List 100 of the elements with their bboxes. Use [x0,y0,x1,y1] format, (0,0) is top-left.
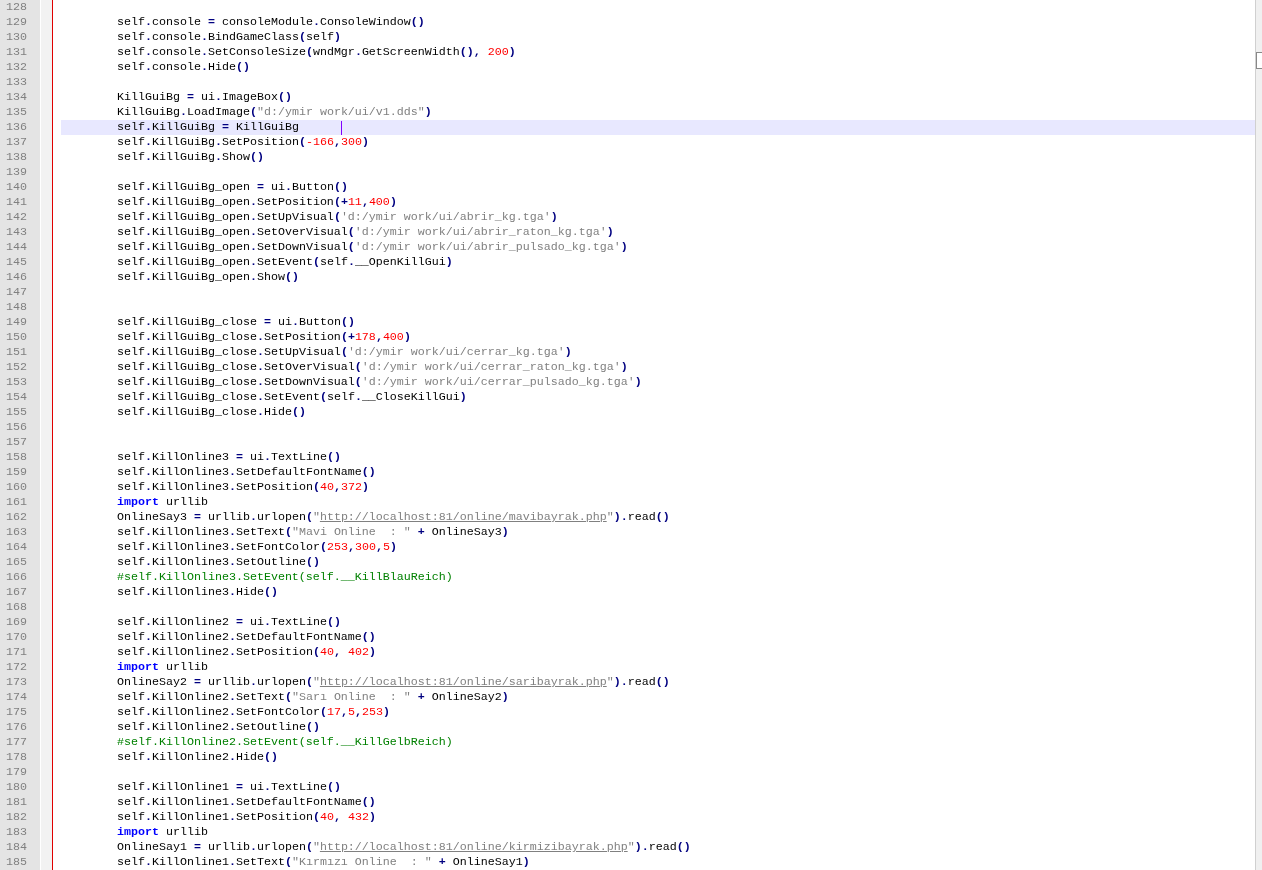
code-line: self.KillOnline3.SetFontColor(253,300,5) [117,540,397,555]
line-number: 179 [6,765,27,780]
line-number: 162 [6,510,27,525]
code-line: self.KillGuiBg_open.Show() [117,270,299,285]
code-line: self.KillGuiBg_close.SetOverVisual('d:/ymir work/ui/cerrar_raton_kg.tga') [117,360,628,375]
line-number: 140 [6,180,27,195]
line-number: 172 [6,660,27,675]
code-line: self.KillGuiBg_close.SetUpVisual('d:/ymir work/ui/cerrar_kg.tga') [117,345,572,360]
code-line: self.KillGuiBg_open = ui.Button() [117,180,348,195]
line-number: 141 [6,195,27,210]
line-number: 149 [6,315,27,330]
line-number: 171 [6,645,27,660]
code-line: self.console.Hide() [117,60,250,75]
line-number: 160 [6,480,27,495]
line-number: 170 [6,630,27,645]
code-line: #self.KillOnline2.SetEvent(self.__KillGelbReich) [117,735,453,750]
code-line: #self.KillOnline3.SetEvent(self.__KillBlauReich) [117,570,453,585]
code-line: self.KillGuiBg_open.SetUpVisual('d:/ymir work/ui/abrir_kg.tga') [117,210,558,225]
line-number: 130 [6,30,27,45]
line-number: 151 [6,345,27,360]
code-line: self.KillOnline2.SetOutline() [117,720,320,735]
line-number: 161 [6,495,27,510]
code-line: import urllib [117,825,208,840]
code-line: self.KillOnline1 = ui.TextLine() [117,780,341,795]
code-line: self.KillGuiBg_close.SetPosition(+178,400) [117,330,411,345]
code-line: self.console.SetConsoleSize(wndMgr.GetScreenWidth(), 200) [117,45,516,60]
line-number: 146 [6,270,27,285]
code-line: self.KillGuiBg.Show() [117,150,264,165]
line-number: 131 [6,45,27,60]
code-line: self.KillOnline2 = ui.TextLine() [117,615,341,630]
code-line: self.KillOnline3.Hide() [117,585,278,600]
code-line: OnlineSay3 = urllib.urlopen("http://localhost:81/online/mavibayrak.php").read() [117,510,670,525]
code-line: self.KillOnline2.Hide() [117,750,278,765]
code-editor[interactable] [0,0,1262,870]
line-number: 168 [6,600,27,615]
line-number: 182 [6,810,27,825]
code-line: self.KillGuiBg_close.SetDownVisual('d:/ymir work/ui/cerrar_pulsado_kg.tga') [117,375,642,390]
line-number: 175 [6,705,27,720]
line-number: 148 [6,300,27,315]
line-number: 169 [6,615,27,630]
line-number: 138 [6,150,27,165]
code-line: self.console = consoleModule.ConsoleWindow() [117,15,425,30]
line-number: 159 [6,465,27,480]
code-line: self.KillGuiBg_open.SetPosition(+11,400) [117,195,397,210]
code-line: OnlineSay2 = urllib.urlopen("http://localhost:81/online/saribayrak.php").read() [117,675,670,690]
line-number: 184 [6,840,27,855]
code-line: self.KillGuiBg_open.SetDownVisual('d:/ymir work/ui/abrir_pulsado_kg.tga') [117,240,628,255]
line-number: 177 [6,735,27,750]
code-line: self.KillOnline3.SetPosition(40,372) [117,480,369,495]
line-number: 153 [6,375,27,390]
line-number: 142 [6,210,27,225]
code-line: self.KillOnline3.SetDefaultFontName() [117,465,376,480]
line-number: 134 [6,90,27,105]
code-line: self.KillGuiBg_open.SetEvent(self.__OpenKillGui) [117,255,453,270]
line-number: 173 [6,675,27,690]
code-line: self.KillGuiBg_close = ui.Button() [117,315,355,330]
code-line: self.KillOnline2.SetPosition(40, 402) [117,645,376,660]
line-number: 166 [6,570,27,585]
code-line: KillGuiBg.LoadImage("d:/ymir work/ui/v1.dds") [117,105,432,120]
code-line: self.KillGuiBg_close.Hide() [117,405,306,420]
line-number: 155 [6,405,27,420]
line-number: 180 [6,780,27,795]
line-number: 154 [6,390,27,405]
code-line: self.KillOnline1.SetPosition(40, 432) [117,810,376,825]
line-number: 133 [6,75,27,90]
code-line: self.KillOnline1.SetText("Kırmızı Online : " + OnlineSay1) [117,855,530,870]
code-line: self.KillOnline2.SetDefaultFontName() [117,630,376,645]
line-number: 156 [6,420,27,435]
line-number: 132 [6,60,27,75]
line-number: 135 [6,105,27,120]
line-number: 174 [6,690,27,705]
code-line: self.KillOnline3.SetText("Mavi Online : " + OnlineSay3) [117,525,509,540]
code-line: self.KillGuiBg.SetPosition(-166,300) [117,135,369,150]
line-number: 178 [6,750,27,765]
code-line: KillGuiBg = ui.ImageBox() [117,90,292,105]
line-number: 185 [6,855,27,870]
vertical-scrollbar[interactable] [1255,0,1262,870]
line-number: 176 [6,720,27,735]
line-number: 158 [6,450,27,465]
line-number: 157 [6,435,27,450]
code-line: self.KillGuiBg_open.SetOverVisual('d:/ymir work/ui/abrir_raton_kg.tga') [117,225,614,240]
line-number: 136 [6,120,27,135]
line-number: 139 [6,165,27,180]
line-number: 137 [6,135,27,150]
code-line: self.console.BindGameClass(self) [117,30,341,45]
line-number: 183 [6,825,27,840]
code-line: self.KillOnline2.SetFontColor(17,5,253) [117,705,390,720]
line-number: 144 [6,240,27,255]
line-number: 164 [6,540,27,555]
code-line: import urllib [117,660,208,675]
code-line: self.KillGuiBg = KillGuiBg [117,120,299,135]
line-number: 150 [6,330,27,345]
code-line: self.KillOnline2.SetText("Sarı Online : " + OnlineSay2) [117,690,509,705]
code-line: self.KillOnline3 = ui.TextLine() [117,450,341,465]
line-number: 143 [6,225,27,240]
line-number: 152 [6,360,27,375]
text-cursor [340,120,342,135]
scrollbar-thumb[interactable] [1256,52,1262,69]
line-number: 128 [6,0,27,15]
code-line: self.KillGuiBg_close.SetEvent(self.__CloseKillGui) [117,390,467,405]
